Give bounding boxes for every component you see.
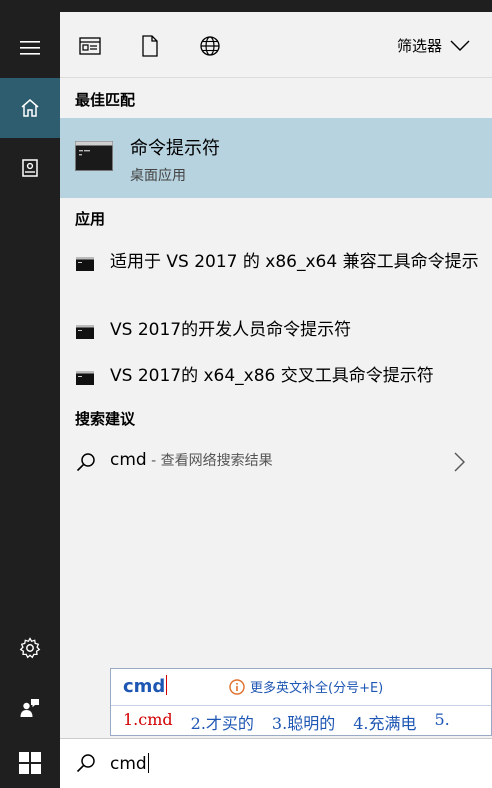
ime-caret xyxy=(166,675,168,695)
ime-candidate[interactable]: 2.才买的 xyxy=(191,710,254,734)
search-icon xyxy=(76,453,95,472)
chevron-right-icon[interactable] xyxy=(454,452,466,472)
terminal-icon xyxy=(76,371,94,385)
ime-candidates: 1.cmd 2.才买的 3.聪明的 4.充满电 5. xyxy=(123,710,450,734)
menu-button[interactable] xyxy=(0,18,60,78)
terminal-icon xyxy=(76,325,94,339)
suggestions-heading: 搜索建议 xyxy=(75,410,136,428)
ime-tip[interactable]: 更多英文补全(分号+E) xyxy=(229,677,383,696)
suggestion-hint: - 查看网络搜索结果 xyxy=(146,453,273,469)
best-match-heading: 最佳匹配 xyxy=(75,91,136,109)
windows-logo-icon xyxy=(19,752,41,774)
notebook-icon xyxy=(22,159,38,177)
feedback-person-icon xyxy=(20,699,39,717)
search-input-value: cmd xyxy=(110,754,147,774)
app-result-label: VS 2017的开发人员命令提示符 xyxy=(110,320,352,340)
start-menu-rail xyxy=(0,0,60,738)
best-match-item[interactable]: 命令提示符 桌面应用 xyxy=(60,118,492,198)
ime-composition-text: cmd xyxy=(123,676,166,697)
apps-icon xyxy=(79,37,101,55)
filter-dropdown[interactable]: 筛选器 xyxy=(397,35,470,56)
info-icon xyxy=(229,678,245,695)
top-edge xyxy=(0,0,492,12)
documents-button[interactable] xyxy=(0,138,60,198)
ime-divider xyxy=(111,705,491,706)
taskbar-search-box[interactable]: cmd xyxy=(60,738,492,788)
app-result-item[interactable]: VS 2017的 x64_x86 交叉工具命令提示符 xyxy=(60,362,492,394)
command-prompt-icon xyxy=(75,141,113,171)
app-result-label: 适用于 VS 2017 的 x86_x64 兼容工具命令提示 xyxy=(110,252,479,272)
apps-scope-button[interactable] xyxy=(78,34,102,58)
best-match-subtitle: 桌面应用 xyxy=(130,168,186,184)
app-result-item[interactable]: 适用于 VS 2017 的 x86_x64 兼容工具命令提示 xyxy=(60,248,492,306)
chevron-down-icon xyxy=(450,40,470,51)
search-results-panel: 筛选器 最佳匹配 命令提示符 桌面应用 应用 适用于 VS 2017 的 x86… xyxy=(60,12,492,738)
ime-candidate-window: cmd 更多英文补全(分号+E) 1.cmd 2.才买的 3.聪明的 4.充满电… xyxy=(110,668,492,736)
home-icon xyxy=(21,99,39,117)
settings-button[interactable] xyxy=(0,618,60,678)
globe-icon xyxy=(200,36,220,56)
search-input[interactable]: cmd xyxy=(110,753,149,774)
feedback-button[interactable] xyxy=(0,678,60,738)
start-button[interactable] xyxy=(0,738,60,788)
document-icon xyxy=(142,35,158,57)
ime-candidate[interactable]: 5. xyxy=(434,710,449,734)
text-caret xyxy=(147,753,149,773)
app-result-label: VS 2017的 x64_x86 交叉工具命令提示符 xyxy=(110,366,434,386)
ime-candidate[interactable]: 4.充满电 xyxy=(353,710,416,734)
ime-composition: cmd xyxy=(123,675,168,697)
filter-label: 筛选器 xyxy=(396,37,442,55)
home-button[interactable] xyxy=(0,78,60,138)
search-icon xyxy=(76,754,95,773)
web-scope-button[interactable] xyxy=(198,34,222,58)
suggestion-query: cmd xyxy=(110,450,147,470)
apps-heading: 应用 xyxy=(75,210,106,228)
search-scope-toolbar: 筛选器 xyxy=(60,12,492,78)
suggestion-text: cmd - 查看网络搜索结果 xyxy=(110,450,273,470)
ime-tip-text: 更多英文补全(分号+E) xyxy=(250,681,384,696)
ime-candidate[interactable]: 1.cmd xyxy=(123,710,173,734)
documents-scope-button[interactable] xyxy=(138,34,162,58)
ime-candidate[interactable]: 3.聪明的 xyxy=(272,710,335,734)
taskbar: cmd xyxy=(0,738,492,788)
best-match-title: 命令提示符 xyxy=(130,138,220,159)
gear-icon xyxy=(19,637,41,659)
app-result-item[interactable]: VS 2017的开发人员命令提示符 xyxy=(60,316,492,348)
terminal-icon xyxy=(76,257,94,271)
hamburger-icon xyxy=(20,41,40,55)
web-suggestion-item[interactable]: cmd - 查看网络搜索结果 xyxy=(60,446,492,478)
